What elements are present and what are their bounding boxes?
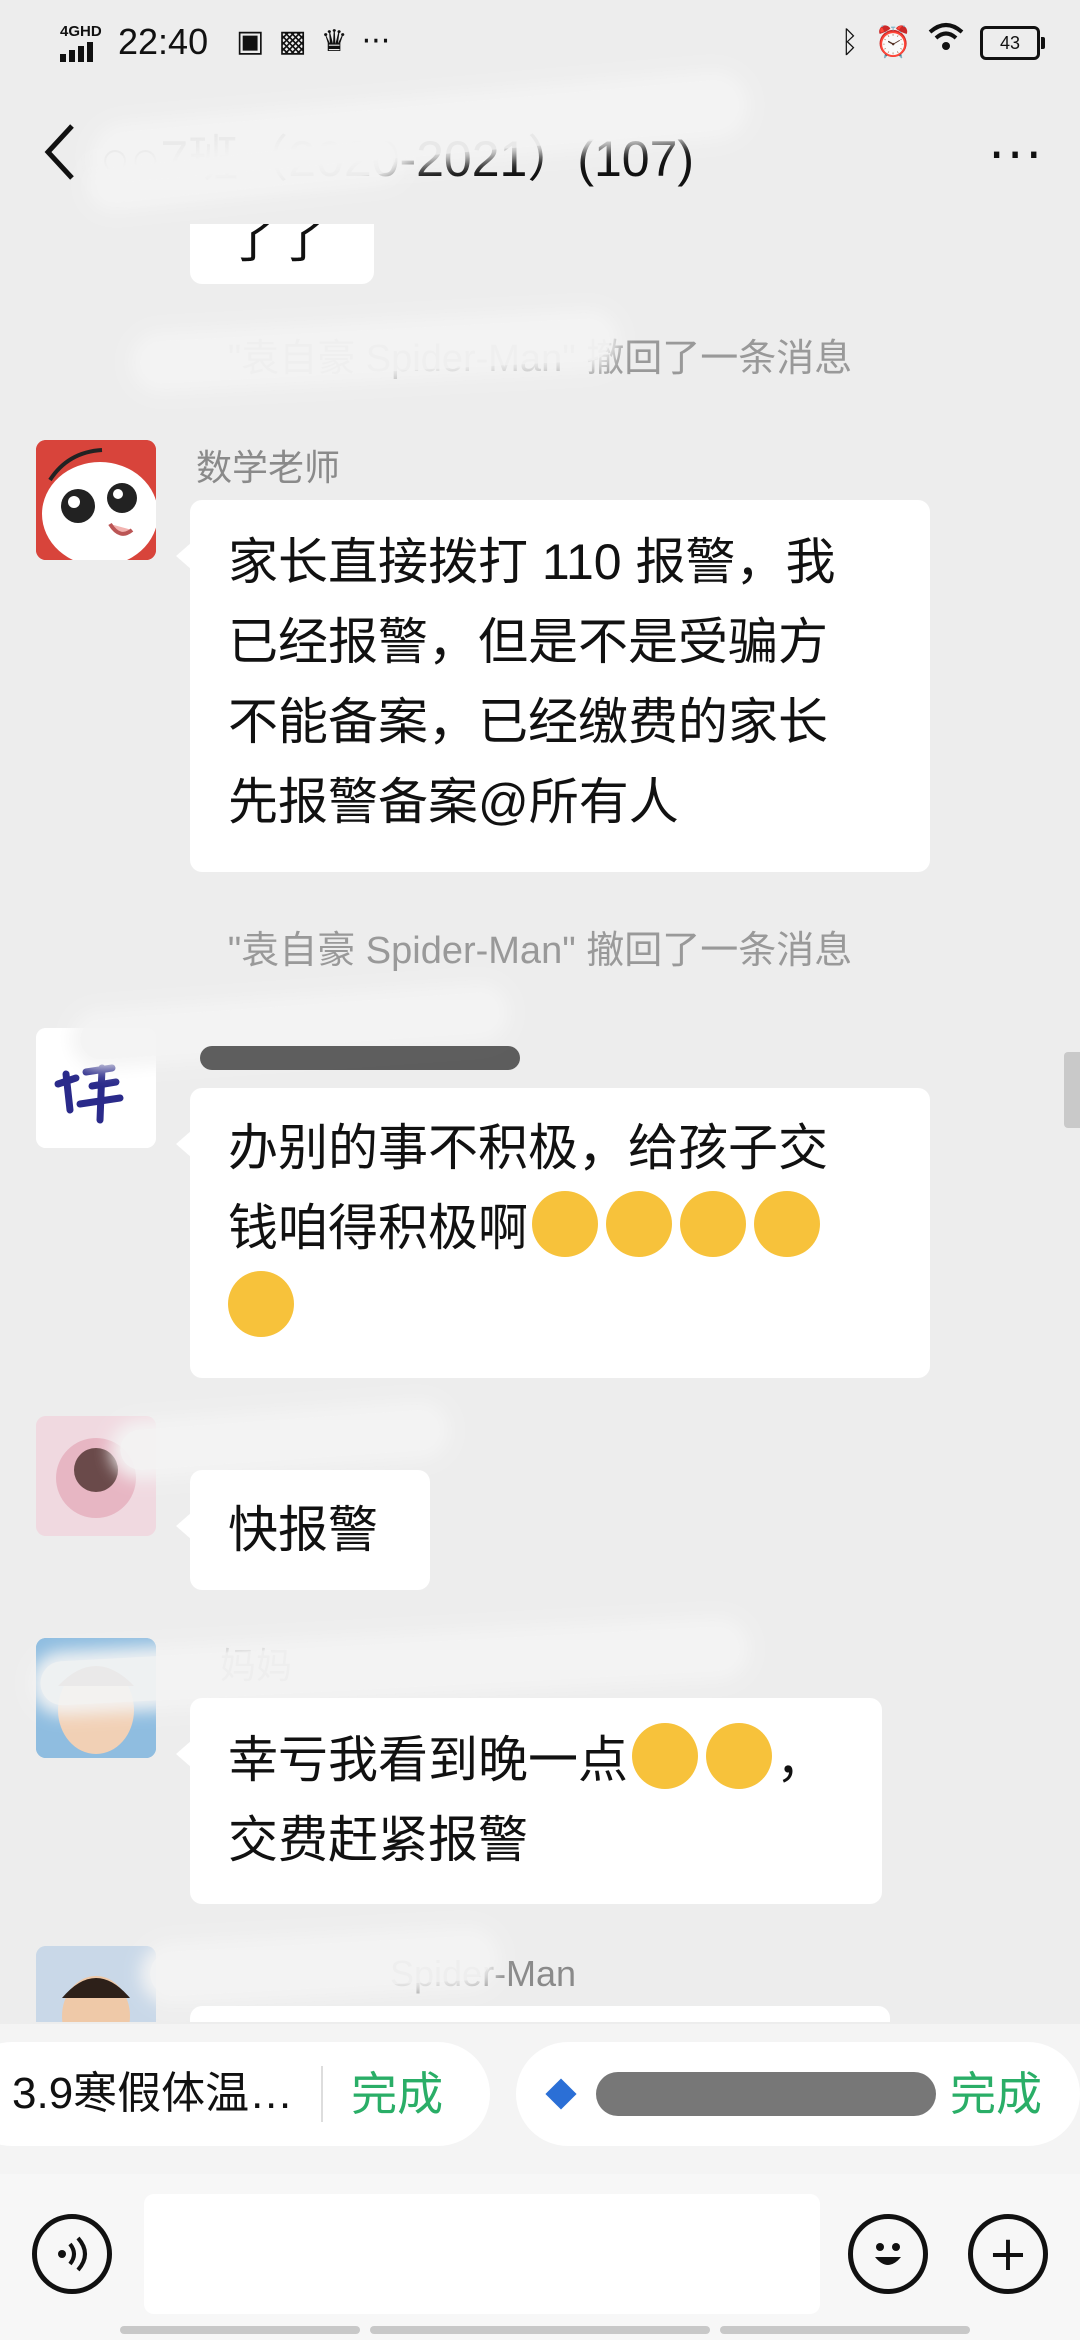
scribble-redaction	[200, 1046, 520, 1070]
face-with-tears-emoji	[606, 1191, 672, 1257]
divider	[321, 2066, 324, 2122]
face-with-tears-emoji	[532, 1191, 598, 1257]
avatar-math-teacher[interactable]	[36, 440, 156, 560]
voice-button[interactable]	[32, 2214, 112, 2294]
more-dots-icon: ···	[361, 24, 391, 59]
voice-icon	[58, 2236, 87, 2272]
message-text: 了了	[228, 224, 328, 268]
message-text: 快报警	[228, 1502, 378, 1558]
smiley-icon	[875, 2243, 901, 2265]
tears-of-joy-emoji	[706, 1723, 772, 1789]
cartoon-avatar-image	[36, 440, 156, 560]
message-text-line	[228, 1268, 892, 1348]
mini-program-label: 3.9寒假体温…	[12, 2069, 294, 2118]
notification-icons: ▣ ▩ ♛ ···	[236, 24, 390, 60]
bluetooth-icon: ᛒ	[840, 24, 859, 60]
chevron-left-icon	[44, 124, 74, 180]
mini-program-bar: 3.9寒假体温… 完成 完成	[0, 2024, 1080, 2174]
message-list[interactable]: 了了 "袁自豪 Spider-Man" 撤回了一条消息 数学老师 家长直接拨打 …	[0, 224, 1080, 2022]
message-input[interactable]	[144, 2194, 820, 2314]
chat-info-button[interactable]: ···	[988, 130, 1044, 182]
message-bubble[interactable]: 快报警	[176, 1470, 430, 1590]
message-text: 钱咱得积极啊	[228, 1200, 528, 1256]
status-bar: 4GHD 22:40 ▣ ▩ ♛ ··· ᛒ ⏰ 43	[0, 0, 1080, 84]
status-time: 22:40	[118, 21, 209, 62]
network-indicator: 4GHD	[60, 23, 102, 40]
message-bubble-partial[interactable]: 了了	[190, 224, 374, 284]
status-right: ᛒ ⏰ 43	[840, 22, 1045, 63]
message-text-line: 幸亏我看到晚一点 ，	[228, 1720, 844, 1800]
done-button[interactable]: 完成	[950, 2069, 1042, 2119]
message-text: 幸亏我看到晚一点	[228, 1732, 628, 1788]
chat-header: ○○7班（2020-2021）(107) ···	[0, 78, 1080, 224]
recall-notice: "袁自豪 Spider-Man" 撤回了一条消息	[227, 930, 853, 972]
nav-indicator	[370, 2326, 710, 2334]
nav-indicator	[720, 2326, 970, 2334]
child-photo-avatar-image	[36, 1946, 156, 2022]
sender-name: 数学老师	[196, 447, 341, 488]
tears-of-joy-emoji	[632, 1723, 698, 1789]
face-with-tears-emoji	[754, 1191, 820, 1257]
face-with-tears-emoji	[228, 1271, 294, 1337]
alarm-icon: ⏰	[874, 24, 912, 60]
message-text-line: 已经报警，但是不是受骗方	[228, 614, 828, 670]
message-text-line: 不能备案，已经缴费的家长	[228, 694, 828, 750]
message-bubble-partial[interactable]	[190, 2006, 890, 2022]
mini-program-pill[interactable]: 完成	[516, 2042, 1080, 2146]
message-bubble[interactable]: 家长直接拨打 110 报警，我 已经报警，但是不是受骗方 不能备案，已经缴费的家…	[176, 500, 930, 872]
more-functions-button[interactable]: +	[968, 2214, 1048, 2294]
scrollbar-thumb[interactable]	[1064, 1052, 1080, 1128]
signal-icon	[60, 42, 93, 62]
message-text-line: 办别的事不积极，给孩子交	[228, 1120, 828, 1176]
crown-icon: ♛	[320, 24, 348, 59]
message-bubble[interactable]: 办别的事不积极，给孩子交 钱咱得积极啊	[176, 1088, 930, 1378]
battery-icon: 43	[980, 25, 1045, 60]
mini-program-label	[596, 2072, 936, 2116]
emoji-button[interactable]	[848, 2214, 928, 2294]
avatar-user[interactable]	[36, 1946, 156, 2022]
message-text: ，	[776, 1732, 826, 1788]
message-text-line: 家长直接拨打 110 报警，我	[228, 534, 836, 590]
wifi-icon	[928, 22, 964, 63]
face-with-tears-emoji	[680, 1191, 746, 1257]
badge-icon: ▣	[236, 24, 265, 59]
mini-program-icon	[545, 2078, 577, 2110]
message-text-line: 交费赶紧报警	[228, 1812, 528, 1868]
nav-indicator	[120, 2326, 360, 2334]
message-text-line: 先报警备案@所有人	[228, 774, 679, 830]
back-button[interactable]	[40, 122, 100, 192]
chat-input-bar: +	[0, 2174, 1080, 2340]
app-icon: ▩	[278, 24, 307, 59]
plus-icon: +	[987, 2226, 1029, 2282]
done-button[interactable]: 完成	[351, 2069, 443, 2119]
message-text-line: 钱咱得积极啊	[228, 1188, 892, 1268]
message-bubble[interactable]: 幸亏我看到晚一点 ， 交费赶紧报警	[176, 1698, 882, 1904]
scribble-redaction	[118, 1408, 442, 1472]
mini-program-pill[interactable]: 3.9寒假体温… 完成	[0, 2042, 490, 2146]
